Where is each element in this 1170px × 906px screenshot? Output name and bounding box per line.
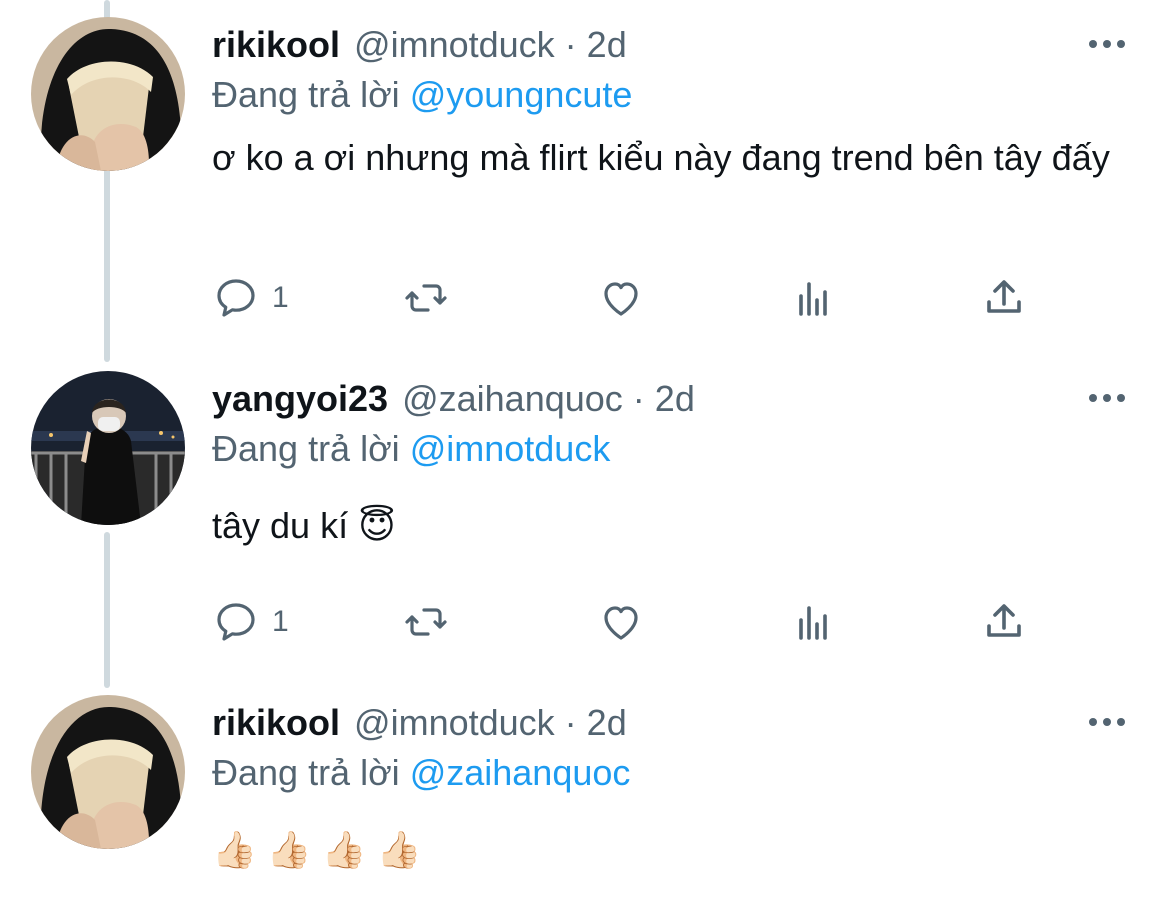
- tweet[interactable]: rikikool @imnotduck · 2d Đang trả lời @y…: [0, 17, 1170, 350]
- tweet-text: tây du kí 😇: [212, 502, 1132, 550]
- reply-icon: [217, 603, 255, 641]
- views-chart-icon: [799, 282, 827, 316]
- tweet[interactable]: yangyoi23 @zaihanquoc · 2d Đang trả lời …: [0, 371, 1170, 664]
- replying-to-label: Đang trả lời: [212, 428, 400, 469]
- separator-dot: ·: [564, 702, 577, 743]
- views-button[interactable]: [789, 268, 837, 328]
- retweet-button[interactable]: [402, 268, 450, 328]
- share-button[interactable]: [980, 268, 1028, 328]
- replying-to: Đang trả lời @imnotduck: [212, 428, 610, 470]
- tweet-text-content: tây du kí: [212, 505, 349, 546]
- display-name[interactable]: rikikool: [212, 702, 340, 744]
- share-button[interactable]: [980, 592, 1028, 652]
- display-name[interactable]: rikikool: [212, 24, 340, 66]
- avatar[interactable]: [31, 695, 185, 849]
- reply-button[interactable]: 1: [212, 592, 289, 652]
- tweet-header: rikikool @imnotduck · 2d: [212, 20, 627, 70]
- share-icon: [987, 604, 1021, 637]
- reply-count: 1: [272, 605, 289, 638]
- views-button[interactable]: [789, 592, 837, 652]
- user-handle[interactable]: @zaihanquoc: [402, 378, 623, 420]
- timestamp[interactable]: 2d: [587, 24, 627, 66]
- separator-dot: ·: [564, 24, 577, 65]
- tweet-text: ơ ko a ơi nhưng mà flirt kiểu này đang t…: [212, 137, 1110, 178]
- share-icon: [987, 280, 1021, 313]
- like-button[interactable]: [597, 268, 645, 328]
- tweet-text: 👍🏻 👍🏻 👍🏻 👍🏻: [212, 826, 1132, 874]
- retweet-icon: [405, 284, 447, 312]
- replying-to-handle[interactable]: @imnotduck: [410, 428, 611, 469]
- display-name[interactable]: yangyoi23: [212, 378, 388, 420]
- timestamp[interactable]: 2d: [587, 702, 627, 744]
- avatar[interactable]: [31, 371, 185, 525]
- thumbs-up-emoji: 👍🏻: [212, 829, 257, 870]
- retweet-button[interactable]: [402, 592, 450, 652]
- replying-to: Đang trả lời @zaihanquoc: [212, 752, 630, 794]
- reply-icon: [217, 279, 255, 317]
- replying-to-handle[interactable]: @zaihanquoc: [410, 752, 631, 793]
- thumbs-up-emoji: 👍🏻: [376, 829, 422, 870]
- more-dots-icon[interactable]: [1087, 712, 1127, 732]
- like-heart-icon: [604, 282, 638, 316]
- tweet-header: yangyoi23 @zaihanquoc · 2d: [212, 374, 695, 424]
- retweet-icon: [405, 608, 447, 636]
- user-handle[interactable]: @imnotduck: [354, 702, 555, 744]
- smiling-halo-emoji: 😇: [358, 505, 396, 546]
- more-dots-icon[interactable]: [1087, 34, 1127, 54]
- separator-dot: ·: [632, 378, 645, 419]
- timestamp[interactable]: 2d: [655, 378, 695, 420]
- replying-to-label: Đang trả lời: [212, 752, 400, 793]
- more-dots-icon[interactable]: [1087, 388, 1127, 408]
- replying-to-label: Đang trả lời: [212, 74, 400, 115]
- thumbs-up-emoji: 👍🏻: [321, 829, 367, 870]
- tweet-actions: 1: [212, 268, 1042, 328]
- like-button[interactable]: [597, 592, 645, 652]
- thumbs-up-emoji: 👍🏻: [266, 829, 312, 870]
- avatar[interactable]: [31, 17, 185, 171]
- reply-count: 1: [272, 281, 289, 314]
- replying-to-handle[interactable]: @youngncute: [410, 74, 633, 115]
- replying-to: Đang trả lời @youngncute: [212, 74, 632, 116]
- user-handle[interactable]: @imnotduck: [354, 24, 555, 66]
- like-heart-icon: [604, 606, 638, 640]
- views-chart-icon: [799, 606, 827, 640]
- tweet-header: rikikool @imnotduck · 2d: [212, 698, 627, 748]
- tweet[interactable]: rikikool @imnotduck · 2d Đang trả lời @z…: [0, 695, 1170, 898]
- tweet-actions: 1: [212, 592, 1042, 652]
- reply-button[interactable]: 1: [212, 268, 289, 328]
